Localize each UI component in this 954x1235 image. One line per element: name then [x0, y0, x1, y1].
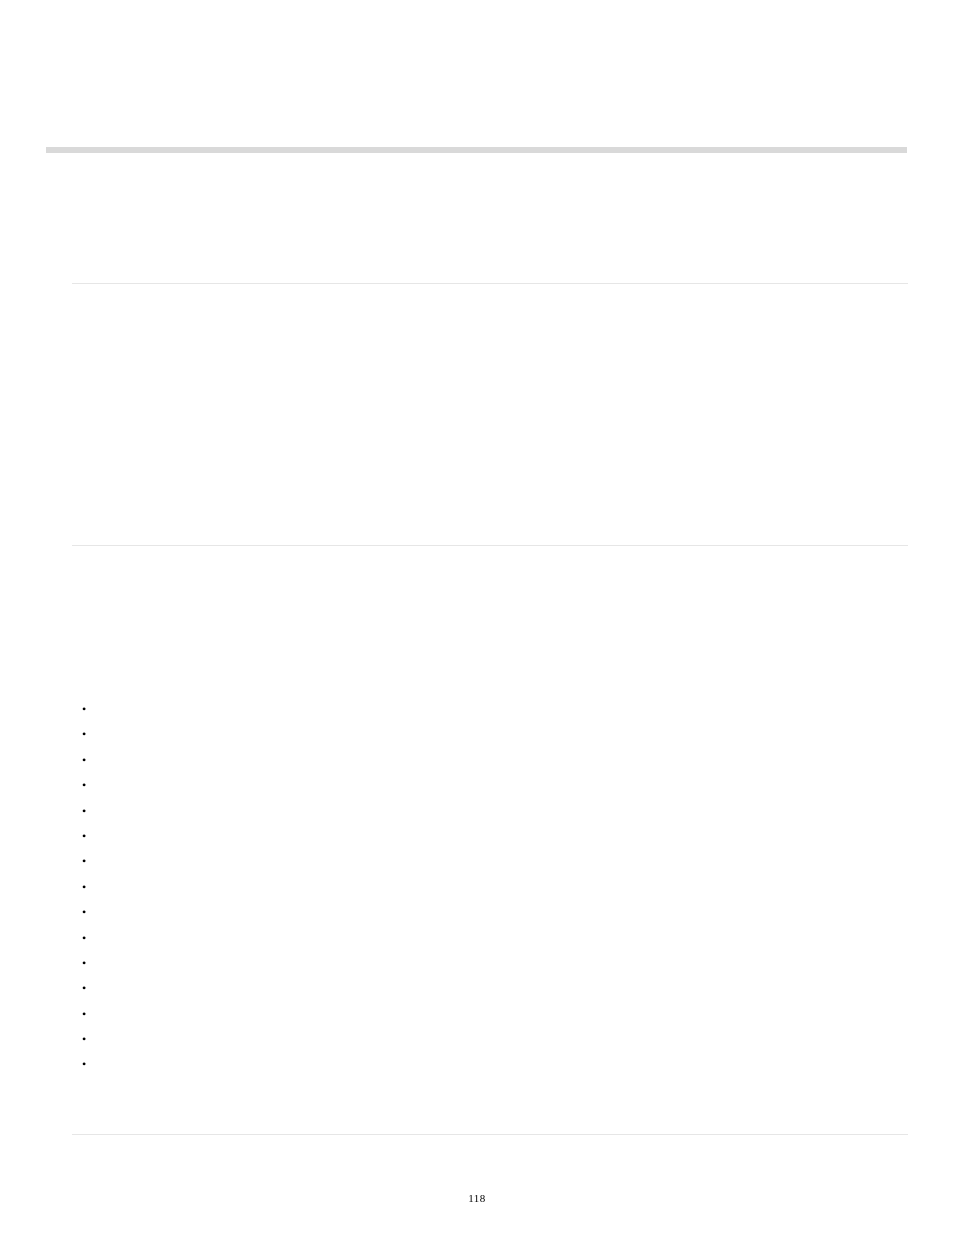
list-item [82, 849, 100, 874]
list-item [82, 926, 100, 951]
list-item [82, 875, 100, 900]
list-item [82, 722, 100, 747]
list-item [82, 1052, 100, 1077]
list-item [82, 748, 100, 773]
horizontal-rule [72, 545, 908, 546]
list-item [82, 976, 100, 1001]
horizontal-rule [72, 283, 908, 284]
list-item [82, 1027, 100, 1052]
list-item [82, 773, 100, 798]
list-item [82, 951, 100, 976]
list-item [82, 799, 100, 824]
horizontal-rule [72, 1134, 908, 1135]
list-item [82, 697, 100, 722]
list-item [82, 824, 100, 849]
list-item [82, 1002, 100, 1027]
bullet-list [82, 697, 100, 1078]
page-number: 118 [0, 1193, 954, 1205]
horizontal-rule-thick [46, 147, 907, 153]
list-item [82, 900, 100, 925]
document-page: 118 [0, 0, 954, 1235]
